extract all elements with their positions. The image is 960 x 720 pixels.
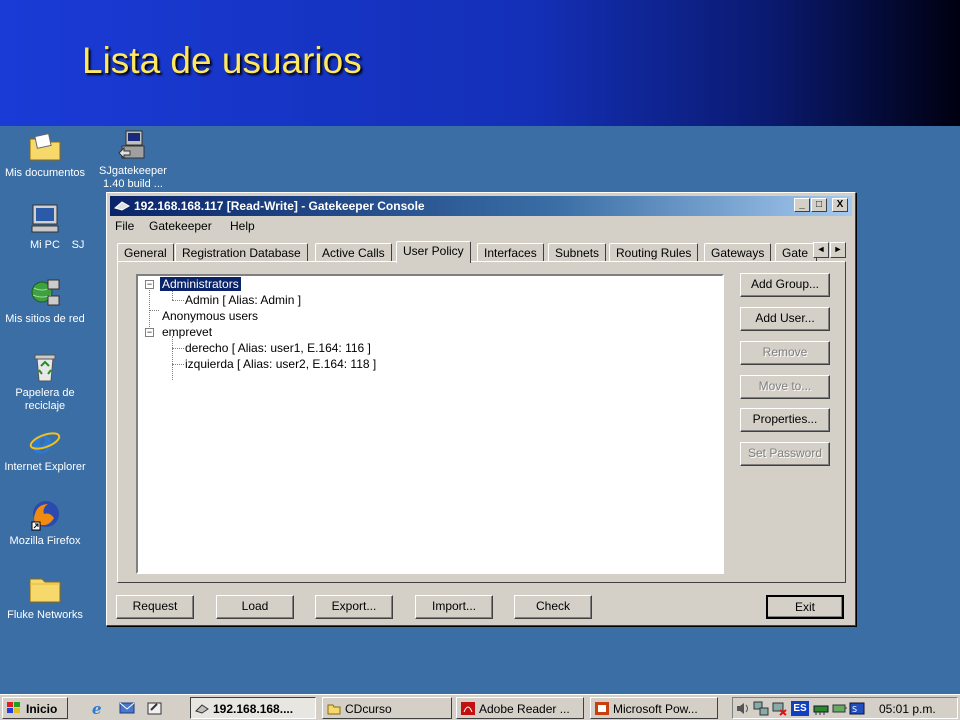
request-button[interactable]: Request [116, 595, 194, 619]
svg-text:e: e [92, 700, 102, 716]
tab-general[interactable]: General [117, 243, 174, 262]
desktop-icon-recycle-bin[interactable]: Papelera de reciclaje [0, 350, 90, 413]
slide-header: Lista de usuarios [0, 0, 960, 126]
windows-logo-icon [7, 702, 20, 713]
menu-file[interactable]: File [115, 219, 134, 233]
tree-item-administrators[interactable]: Administrators [160, 277, 241, 291]
tree-collapse-emprevet[interactable]: − [145, 328, 154, 337]
tab-registration-database[interactable]: Registration Database [175, 243, 308, 262]
folder-task-icon [327, 704, 341, 715]
language-indicator[interactable]: ES [791, 701, 809, 716]
add-user-button[interactable]: Add User... [740, 307, 830, 331]
start-button[interactable]: Inicio [2, 697, 68, 719]
minimize-button[interactable]: _ [794, 198, 810, 212]
system-tray: ES S 05:01 p.m. [732, 697, 958, 719]
menubar: File Gatekeeper Help [110, 217, 852, 235]
tab-subnets[interactable]: Subnets [548, 243, 607, 262]
tab-routing-rules[interactable]: Routing Rules [609, 243, 699, 262]
network-icon[interactable] [753, 701, 769, 716]
desktop-icon-internet-explorer[interactable]: e Internet Explorer [0, 424, 90, 474]
menu-help[interactable]: Help [230, 219, 255, 233]
network-disconnected-icon[interactable] [771, 701, 787, 716]
svg-text:e: e [32, 424, 52, 458]
set-password-button[interactable]: Set Password [740, 442, 830, 466]
gatekeeper-app-icon [118, 130, 145, 160]
tree-line [149, 310, 159, 311]
messenger-icon[interactable]: S [849, 701, 865, 716]
tree-item-emprevet[interactable]: emprevet [162, 325, 212, 339]
taskbar-item-powerpoint[interactable]: Microsoft Pow... [590, 697, 718, 719]
load-button[interactable]: Load [216, 595, 294, 619]
tree-line [172, 348, 184, 349]
clock: 05:01 p.m. [879, 702, 936, 716]
internet-explorer-icon: e [29, 424, 61, 458]
taskbar-item-adobe-reader[interactable]: Adobe Reader ... [456, 697, 584, 719]
volume-icon[interactable] [735, 701, 751, 716]
tree-item-derecho[interactable]: derecho [ Alias: user1, E.164: 116 ] [185, 341, 371, 355]
slide-title: Lista de usuarios [82, 40, 362, 81]
firefox-icon [31, 501, 59, 531]
menu-gatekeeper[interactable]: Gatekeeper [149, 219, 212, 233]
gatekeeper-console-window: 192.168.168.117 [Read-Write] - Gatekeepe… [106, 192, 856, 626]
tree-line [172, 336, 173, 380]
hardware-icon[interactable] [813, 701, 829, 716]
powerpoint-icon [595, 702, 609, 715]
add-group-button[interactable]: Add Group... [740, 273, 830, 297]
exit-button[interactable]: Exit [766, 595, 844, 619]
window-titlebar[interactable]: 192.168.168.117 [Read-Write] - Gatekeepe… [110, 196, 852, 216]
tree-collapse-administrators[interactable]: − [145, 280, 154, 289]
my-computer-icon [31, 204, 59, 233]
desktop-icon-sj-partial[interactable]: SJ [54, 239, 102, 252]
user-policy-tree[interactable]: − Administrators Admin [ Alias: Admin ] … [136, 274, 724, 574]
export-button[interactable]: Export... [315, 595, 393, 619]
check-button[interactable]: Check [514, 595, 592, 619]
taskbar-item-cdcurso[interactable]: CDcurso [322, 697, 452, 719]
tab-active-calls[interactable]: Active Calls [315, 243, 392, 262]
tree-item-anonymous-users[interactable]: Anonymous users [162, 309, 258, 323]
close-button[interactable]: X [832, 198, 848, 212]
svg-text:S: S [852, 705, 857, 714]
recycle-bin-icon [34, 354, 56, 382]
taskbar: Inicio e 192.168.168.... CDcurso Adobe R… [0, 694, 960, 720]
maximize-button[interactable]: □ [811, 198, 827, 212]
tree-item-admin[interactable]: Admin [ Alias: Admin ] [185, 293, 301, 307]
tree-line [172, 300, 184, 301]
user-policy-panel: − Administrators Admin [ Alias: Admin ] … [117, 261, 846, 583]
gatekeeper-title-icon [114, 201, 130, 211]
tab-scroll-right-button[interactable]: ► [830, 242, 846, 258]
network-places-icon [31, 279, 60, 306]
tab-scroll-left-button[interactable]: ◄ [813, 242, 829, 258]
tab-gatekeepers-partial[interactable]: Gate [775, 243, 817, 262]
folder-icon [29, 578, 61, 603]
tree-item-izquierda[interactable]: izquierda [ Alias: user2, E.164: 118 ] [185, 357, 376, 371]
ie-quicklaunch-icon[interactable]: e [90, 700, 108, 716]
gatekeeper-task-icon [195, 704, 209, 714]
desktop-icon-mozilla-firefox[interactable]: Mozilla Firefox [0, 498, 90, 548]
remove-button[interactable]: Remove [740, 341, 830, 365]
show-desktop-icon[interactable] [146, 700, 164, 716]
desktop-icon-fluke-networks[interactable]: Fluke Networks [0, 572, 90, 622]
desktop-icon-sjgatekeeper[interactable]: SJgatekeeper 1.40 build ... [88, 128, 178, 191]
tab-user-policy[interactable]: User Policy [396, 241, 471, 263]
tab-strip: General Registration Database Active Cal… [117, 241, 847, 263]
adobe-reader-icon [461, 702, 475, 715]
tab-gateways[interactable]: Gateways [704, 243, 772, 262]
desktop-icon-network-places[interactable]: Mis sitios de red [0, 276, 90, 326]
import-button[interactable]: Import... [415, 595, 493, 619]
desktop-icon-my-documents[interactable]: Mis documentos [0, 130, 90, 180]
tab-interfaces[interactable]: Interfaces [477, 243, 544, 262]
folder-documents-icon [29, 133, 61, 161]
outlook-quicklaunch-icon[interactable] [118, 700, 136, 716]
move-to-button[interactable]: Move to... [740, 375, 830, 399]
window-title: 192.168.168.117 [Read-Write] - Gatekeepe… [134, 199, 425, 213]
safely-remove-icon[interactable] [831, 701, 847, 716]
taskbar-item-gatekeeper[interactable]: 192.168.168.... [190, 697, 316, 719]
tree-line [172, 364, 184, 365]
properties-button[interactable]: Properties... [740, 408, 830, 432]
